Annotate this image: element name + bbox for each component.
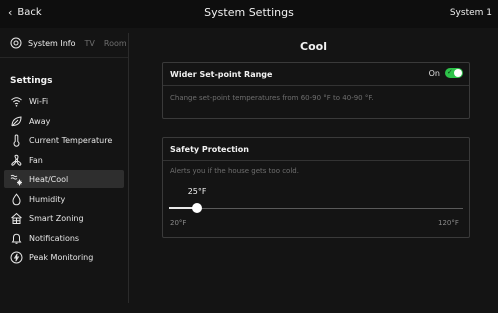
sidebar-item-label: Fan bbox=[29, 155, 43, 165]
system-info-label: System Info bbox=[28, 38, 76, 48]
bell-icon bbox=[11, 233, 22, 244]
sidebar-item-away[interactable]: Away bbox=[4, 112, 124, 130]
away-leaf-icon bbox=[11, 115, 22, 126]
fan-icon bbox=[11, 154, 22, 166]
wider-setpoint-title: Wider Set-point Range bbox=[170, 70, 273, 79]
wider-setpoint-card: Wider Set-point Range On ✓ Change set-po… bbox=[162, 62, 470, 119]
sidebar-item-label: Away bbox=[29, 116, 51, 126]
sidebar-item-fan[interactable]: Fan bbox=[4, 151, 124, 169]
safety-protection-card: Safety Protection Alerts you if the hous… bbox=[162, 137, 470, 238]
droplet-icon bbox=[12, 192, 21, 205]
settings-heading: Settings bbox=[10, 76, 53, 86]
sidebar-item-heat-cool[interactable]: Heat/Cool bbox=[4, 170, 124, 188]
sidebar-item-humidity[interactable]: Humidity bbox=[4, 190, 124, 208]
slider-max-label: 120°F bbox=[438, 219, 459, 227]
sidebar-item-label: Smart Zoning bbox=[29, 213, 84, 223]
sidebar-separator bbox=[0, 57, 128, 58]
sidebar-item-smart-zoning[interactable]: Smart Zoning bbox=[4, 209, 124, 227]
system-info-tab-tv[interactable]: TV bbox=[85, 39, 95, 48]
page-title: System Settings bbox=[204, 6, 294, 19]
wider-setpoint-toggle[interactable]: ✓ bbox=[445, 68, 463, 78]
sidebar-item-system-info[interactable]: System Info TV Room bbox=[10, 37, 127, 49]
slider-min-label: 20°F bbox=[170, 219, 187, 227]
top-bar: ‹ Back System Settings System 1 bbox=[0, 0, 498, 28]
slider-thumb[interactable] bbox=[191, 203, 202, 213]
slider-track[interactable] bbox=[169, 208, 463, 209]
system-info-tab-room[interactable]: Room bbox=[104, 39, 127, 48]
safety-protection-description: Alerts you if the house gets too cold. bbox=[170, 167, 299, 175]
target-icon bbox=[10, 37, 22, 49]
sidebar-divider bbox=[128, 33, 129, 303]
sidebar-item-label: Current Temperature bbox=[29, 135, 113, 145]
card-divider bbox=[163, 160, 469, 161]
sidebar-item-wifi[interactable]: Wi-Fi bbox=[4, 92, 124, 110]
sidebar-item-notifications[interactable]: Notifications bbox=[4, 229, 124, 247]
system-selector[interactable]: System 1 bbox=[450, 8, 492, 18]
slider-value-label: 25°F bbox=[187, 187, 207, 196]
wifi-icon bbox=[11, 96, 22, 107]
zoning-house-icon bbox=[11, 212, 22, 224]
safety-protection-title: Safety Protection bbox=[170, 145, 249, 154]
lightning-circle-icon bbox=[10, 251, 23, 263]
sidebar-item-label: Notifications bbox=[29, 233, 80, 243]
sidebar-item-label: Humidity bbox=[29, 194, 66, 204]
sidebar-item-label: Heat/Cool bbox=[29, 174, 69, 184]
checkmark-icon: ✓ bbox=[447, 68, 453, 76]
wider-setpoint-toggle-group: On ✓ bbox=[429, 68, 463, 78]
toggle-state-label: On bbox=[428, 68, 440, 78]
wider-setpoint-description: Change set-point temperatures from 60-90… bbox=[170, 94, 374, 102]
sidebar-item-label: Wi-Fi bbox=[29, 96, 49, 106]
section-title: Cool bbox=[300, 40, 327, 53]
thermometer-icon bbox=[13, 133, 20, 147]
heat-cool-icon bbox=[10, 174, 22, 185]
sidebar-item-label: Peak Monitoring bbox=[29, 252, 94, 262]
sidebar-item-current-temperature[interactable]: Current Temperature bbox=[4, 131, 124, 149]
sidebar-item-peak-monitoring[interactable]: Peak Monitoring bbox=[4, 248, 124, 266]
toggle-knob bbox=[454, 69, 462, 77]
card-divider bbox=[163, 85, 469, 86]
